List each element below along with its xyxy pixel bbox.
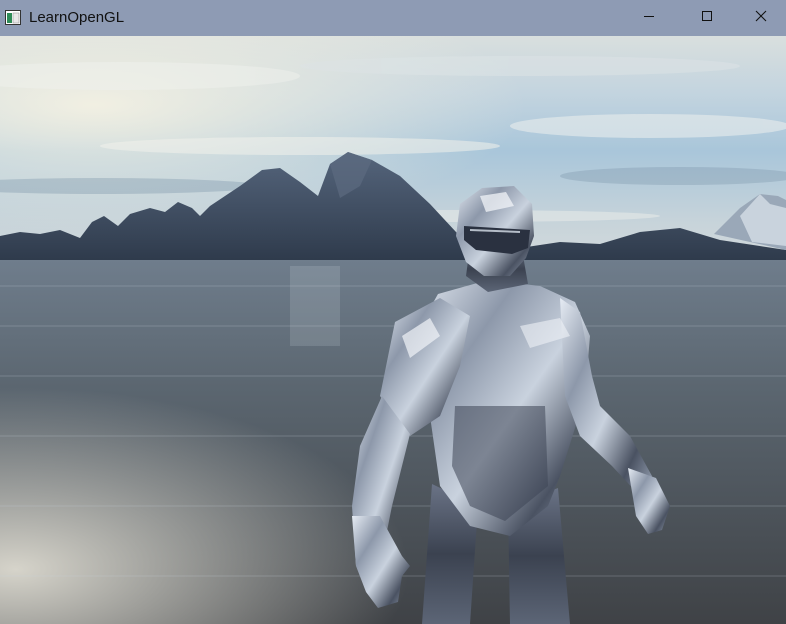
minimize-icon <box>643 9 655 27</box>
opengl-viewport[interactable] <box>0 36 786 624</box>
scene-render <box>0 36 786 624</box>
maximize-icon <box>701 9 713 27</box>
maximize-button[interactable] <box>678 0 736 36</box>
app-window: LearnOpenGL <box>0 0 786 624</box>
close-icon <box>755 9 767 27</box>
window-title: LearnOpenGL <box>29 9 125 26</box>
minimize-button[interactable] <box>620 0 678 36</box>
opengl-window-icon <box>5 10 21 25</box>
title-bar[interactable]: LearnOpenGL <box>0 0 786 36</box>
close-button[interactable] <box>736 0 786 36</box>
